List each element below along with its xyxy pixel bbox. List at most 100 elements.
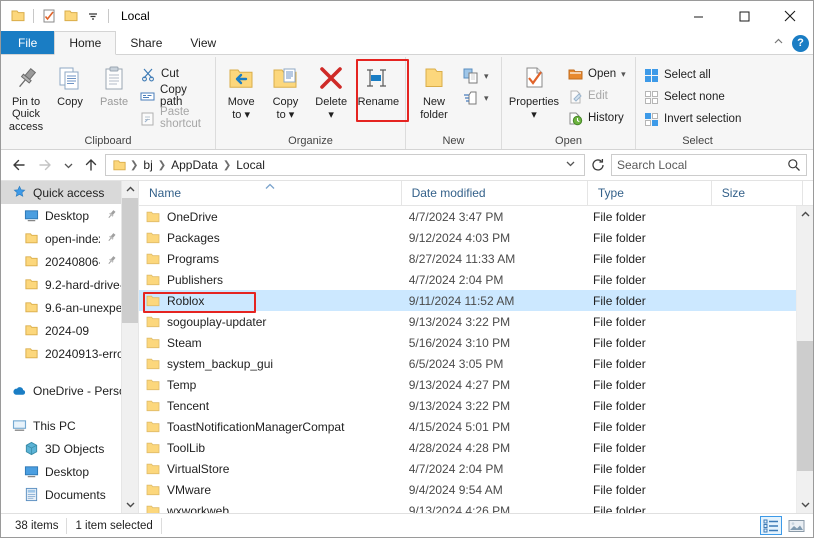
- breadcrumb-chevron-down-icon[interactable]: [561, 158, 580, 172]
- new-folder-icon[interactable]: [60, 5, 82, 27]
- breadcrumb-sep-1[interactable]: ❯: [157, 160, 167, 171]
- table-row[interactable]: Temp 9/13/2024 4:27 PM File folder: [139, 374, 796, 395]
- file-list-scrollbar[interactable]: [796, 206, 813, 513]
- delete-button[interactable]: Delete ▾: [308, 60, 355, 121]
- easy-access-button[interactable]: ▾: [459, 87, 493, 109]
- breadcrumb-item-appdata[interactable]: AppData: [167, 158, 222, 172]
- table-row[interactable]: system_backup_gui 6/5/2024 3:05 PM File fo…: [139, 353, 796, 374]
- new-item-button[interactable]: ▾: [459, 65, 493, 87]
- edit-button[interactable]: Edit: [563, 85, 630, 107]
- details-view-button[interactable]: [760, 516, 782, 535]
- pin-icon[interactable]: [106, 255, 117, 269]
- cell-name[interactable]: Programs: [139, 251, 399, 267]
- sidebar-item-3d-objects[interactable]: 3D Objects: [1, 437, 121, 460]
- refresh-button[interactable]: [587, 154, 609, 176]
- column-header-type[interactable]: Type: [588, 180, 712, 206]
- cell-name[interactable]: Tencent: [139, 398, 399, 414]
- rename-button[interactable]: Rename: [355, 60, 402, 108]
- cut-button[interactable]: Cut: [136, 63, 212, 85]
- breadcrumb-sep-2[interactable]: ❯: [222, 160, 232, 171]
- properties-button[interactable]: Properties ▾: [505, 60, 563, 121]
- sidebar-item-2024-09[interactable]: 2024-09: [1, 319, 121, 342]
- list-scrollbar-track[interactable]: [797, 223, 813, 496]
- properties-dropdown-arrow[interactable]: ▾: [531, 109, 537, 121]
- nav-scrollbar-thumb[interactable]: [122, 198, 138, 323]
- cell-name[interactable]: Packages: [139, 230, 399, 246]
- select-none-button[interactable]: Select none: [639, 86, 745, 108]
- easy-access-arrow[interactable]: ▾: [484, 93, 489, 104]
- sidebar-item-desktop[interactable]: Desktop: [1, 204, 121, 227]
- help-button[interactable]: ?: [792, 34, 809, 52]
- breadcrumb[interactable]: ❯ bj ❯ AppData ❯ Local: [105, 154, 585, 176]
- column-header-size[interactable]: Size: [712, 180, 803, 206]
- table-row[interactable]: OneDrive 4/7/2024 3:47 PM File folder: [139, 206, 796, 227]
- cell-name[interactable]: ToolLib: [139, 440, 399, 456]
- sidebar-item-96-an-unexpected[interactable]: 9.6-an-unexpe: [1, 296, 121, 319]
- close-button[interactable]: [767, 1, 813, 31]
- sidebar-item-quick-access[interactable]: Quick access: [1, 181, 121, 204]
- list-scroll-up-chevron-up-icon[interactable]: [797, 206, 813, 223]
- copy-path-button[interactable]: Copy path: [136, 84, 212, 108]
- invert-selection-button[interactable]: Invert selection: [639, 108, 745, 130]
- sidebar-item-this-pc[interactable]: This PC: [1, 414, 121, 437]
- table-row[interactable]: wxworkweb 9/13/2024 4:26 PM File folder: [139, 500, 796, 513]
- navigation-scrollbar[interactable]: [121, 181, 138, 513]
- tab-file[interactable]: File: [1, 31, 55, 54]
- cell-name[interactable]: wxworkweb: [139, 503, 399, 513]
- table-row[interactable]: Roblox 9/11/2024 11:52 AM File folder: [139, 290, 796, 311]
- breadcrumb-item-bj[interactable]: bj: [139, 158, 156, 172]
- list-scroll-down-chevron-down-icon[interactable]: [797, 496, 813, 513]
- properties-check-icon[interactable]: [38, 5, 60, 27]
- cell-name[interactable]: VMware: [139, 482, 399, 498]
- breadcrumb-sep-0[interactable]: ❯: [129, 160, 139, 171]
- large-icons-view-button[interactable]: [785, 516, 807, 535]
- sidebar-item-documents[interactable]: Documents: [1, 483, 121, 506]
- nav-scrollbar-track[interactable]: [122, 198, 138, 496]
- cell-name[interactable]: sogouplay-updater: [139, 314, 399, 330]
- move-to-button[interactable]: Move to ▾: [219, 60, 263, 121]
- column-header-date-modified[interactable]: Date modified: [402, 180, 588, 206]
- history-button[interactable]: History: [563, 107, 630, 129]
- search-icon[interactable]: [787, 158, 801, 172]
- paste-shortcut-button[interactable]: Paste shortcut: [136, 106, 212, 130]
- back-button[interactable]: [7, 153, 31, 177]
- collapse-ribbon-chevron-up-icon[interactable]: [773, 36, 784, 50]
- recent-locations-chevron-down-icon[interactable]: [59, 153, 77, 177]
- nav-scroll-down-chevron-down-icon[interactable]: [122, 496, 138, 513]
- sidebar-item-open-index[interactable]: open-index: [1, 227, 121, 250]
- pin-to-quick-access-button[interactable]: Pin to Quick access: [4, 60, 48, 133]
- cell-name[interactable]: Roblox: [139, 293, 399, 309]
- table-row[interactable]: ToolLib 4/28/2024 4:28 PM File folder: [139, 437, 796, 458]
- sidebar-item-desktop-pc[interactable]: Desktop: [1, 460, 121, 483]
- system-menu-folder-icon[interactable]: [7, 5, 29, 27]
- file-list[interactable]: OneDrive 4/7/2024 3:47 PM File folder Packa…: [139, 206, 796, 513]
- table-row[interactable]: VMware 9/4/2024 9:54 AM File folder: [139, 479, 796, 500]
- table-row[interactable]: Tencent 9/13/2024 3:22 PM File folder: [139, 395, 796, 416]
- forward-button[interactable]: [33, 153, 57, 177]
- delete-dropdown-arrow[interactable]: ▾: [328, 109, 334, 121]
- cell-name[interactable]: system_backup_gui: [139, 356, 399, 372]
- list-scrollbar-thumb[interactable]: [797, 341, 813, 471]
- maximize-button[interactable]: [721, 1, 767, 31]
- copy-to-button[interactable]: Copy to ▾: [263, 60, 307, 121]
- table-row[interactable]: Packages 9/12/2024 4:03 PM File folder: [139, 227, 796, 248]
- search-input[interactable]: Search Local: [617, 158, 787, 172]
- cell-name[interactable]: VirtualStore: [139, 461, 399, 477]
- sidebar-item-onedrive[interactable]: OneDrive - Perso: [1, 379, 121, 402]
- tab-home[interactable]: Home: [54, 31, 117, 55]
- table-row[interactable]: sogouplay-updater 9/13/2024 3:22 PM File f…: [139, 311, 796, 332]
- up-button[interactable]: [79, 153, 103, 177]
- open-arrow[interactable]: ▾: [621, 69, 626, 80]
- table-row[interactable]: Publishers 4/7/2024 2:04 PM File folder: [139, 269, 796, 290]
- select-all-button[interactable]: Select all: [639, 64, 745, 86]
- pin-icon[interactable]: [106, 232, 117, 246]
- search-box[interactable]: Search Local: [611, 154, 807, 176]
- open-button[interactable]: Open ▾: [563, 63, 630, 85]
- table-row[interactable]: VirtualStore 4/7/2024 2:04 PM File folder: [139, 458, 796, 479]
- customize-qat-chevron-down-icon[interactable]: [82, 5, 104, 27]
- cell-name[interactable]: Publishers: [139, 272, 399, 288]
- breadcrumb-item-local[interactable]: Local: [232, 158, 269, 172]
- new-item-arrow[interactable]: ▾: [484, 71, 489, 82]
- nav-scroll-up-chevron-up-icon[interactable]: [122, 181, 138, 198]
- sidebar-item-92-hard-drive[interactable]: 9.2-hard-drive-: [1, 273, 121, 296]
